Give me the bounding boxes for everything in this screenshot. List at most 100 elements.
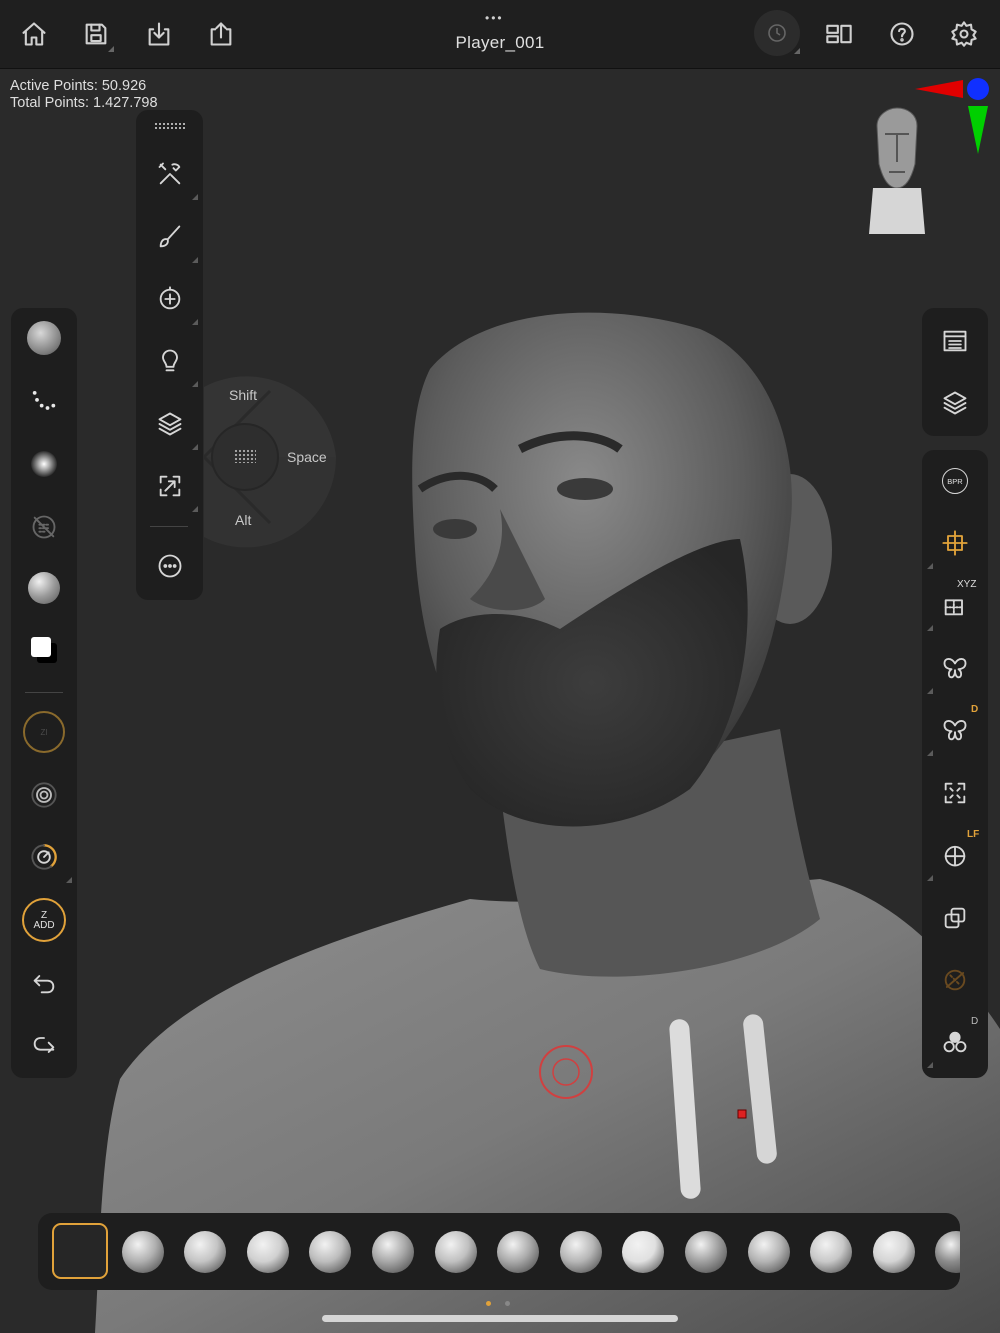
brush-polish-icon[interactable] bbox=[747, 1231, 790, 1273]
layers-button[interactable] bbox=[933, 381, 977, 425]
dynamic-symmetry-button[interactable]: D bbox=[927, 704, 978, 756]
draw-size-dial-icon: ZI bbox=[23, 711, 65, 753]
more-menu-dots[interactable]: ••• bbox=[485, 11, 504, 25]
color-swatch-button[interactable] bbox=[22, 628, 66, 672]
brush-tool-button[interactable] bbox=[148, 215, 198, 263]
local-floor-badge: LF bbox=[967, 829, 980, 840]
more-tools-button[interactable] bbox=[148, 544, 192, 588]
redo-icon bbox=[33, 1037, 55, 1053]
bpr-render-button[interactable]: BPR bbox=[933, 459, 977, 503]
brush-inflate-icon[interactable] bbox=[309, 1231, 352, 1273]
floor-grid-button[interactable]: XYZ bbox=[927, 579, 977, 631]
butterfly-icon bbox=[943, 658, 967, 679]
gizmo-icon bbox=[942, 530, 968, 556]
stroke-selector-button[interactable] bbox=[22, 379, 66, 423]
point-stats: Active Points: 50.926 Total Points: 1.42… bbox=[10, 78, 158, 112]
dynamic-badge: D bbox=[971, 704, 979, 715]
undo-button[interactable] bbox=[22, 961, 66, 1005]
help-button[interactable] bbox=[882, 14, 922, 54]
brush-claybuildup-icon[interactable] bbox=[184, 1231, 227, 1273]
tools-icon bbox=[158, 162, 181, 185]
transparency-icon bbox=[944, 907, 966, 929]
gear-icon bbox=[951, 21, 977, 47]
more-icon bbox=[158, 554, 182, 578]
brush-chisel-icon[interactable] bbox=[872, 1231, 915, 1273]
shift-modifier-button[interactable]: Shift bbox=[229, 387, 257, 403]
radial-grip-icon[interactable] bbox=[234, 449, 256, 463]
axis-y-icon bbox=[968, 106, 988, 154]
drag-handle[interactable] bbox=[154, 122, 185, 130]
brush-spiral-icon[interactable] bbox=[935, 1231, 960, 1273]
help-icon bbox=[890, 22, 914, 46]
texture-selector-button[interactable] bbox=[22, 505, 66, 549]
brush-flatten-icon[interactable] bbox=[622, 1231, 665, 1273]
page-indicator-active[interactable] bbox=[486, 1301, 491, 1306]
z-add-label-add: ADD bbox=[33, 920, 55, 931]
butterfly-dynamic-icon bbox=[943, 720, 967, 741]
focal-shift-icon bbox=[31, 782, 57, 808]
brush-smooth-icon[interactable] bbox=[434, 1231, 477, 1273]
modifier-radial-menu: Shift Space Alt bbox=[184, 367, 336, 549]
solo-spheres-icon bbox=[943, 1031, 967, 1053]
list-icon bbox=[943, 330, 967, 352]
material-selector-button[interactable] bbox=[22, 566, 66, 610]
intensity-button[interactable] bbox=[22, 835, 72, 883]
alpha-selector-button[interactable] bbox=[22, 442, 66, 486]
material-sphere-icon bbox=[28, 572, 60, 604]
lightbulb-icon bbox=[162, 349, 178, 372]
history-icon bbox=[768, 24, 786, 42]
subtool-list-button[interactable] bbox=[933, 319, 977, 363]
perspective-button[interactable]: LF bbox=[927, 829, 979, 881]
brush-move-icon[interactable] bbox=[372, 1231, 414, 1273]
bpr-icon: BPR bbox=[942, 468, 968, 494]
texture-off-icon bbox=[32, 515, 56, 539]
layout-button[interactable] bbox=[819, 14, 859, 54]
layers-icon bbox=[158, 412, 182, 436]
xyz-label: XYZ bbox=[957, 579, 977, 590]
brush-snake-hook-icon[interactable] bbox=[685, 1231, 727, 1273]
transparency-button[interactable] bbox=[933, 896, 977, 940]
right-top-panel bbox=[922, 308, 988, 436]
brush-tray bbox=[38, 1213, 960, 1290]
brush-preview-icon bbox=[27, 321, 61, 355]
active-points: Active Points: 50.926 bbox=[10, 78, 147, 94]
focal-shift-button[interactable] bbox=[22, 773, 66, 817]
perspective-icon bbox=[944, 845, 966, 867]
solo-badge: D bbox=[971, 1016, 979, 1027]
alt-modifier-button[interactable]: Alt bbox=[235, 512, 251, 528]
axis-z-icon bbox=[967, 78, 989, 100]
z-add-button[interactable]: Z ADD bbox=[22, 898, 66, 942]
paintbrush-icon bbox=[159, 225, 181, 248]
page-indicator[interactable] bbox=[505, 1301, 510, 1306]
right-view-panel: BPR XYZ D LF D bbox=[922, 450, 988, 1078]
brush-trim-icon[interactable] bbox=[559, 1231, 602, 1273]
redo-button[interactable] bbox=[22, 1023, 66, 1067]
tools-button[interactable] bbox=[148, 152, 198, 200]
settings-button[interactable] bbox=[944, 14, 984, 54]
brush-clay-icon[interactable] bbox=[121, 1231, 164, 1273]
symmetry-button[interactable] bbox=[927, 646, 977, 694]
gizmo-toggle-button[interactable] bbox=[927, 521, 977, 569]
selected-brush-frame[interactable] bbox=[52, 1223, 108, 1279]
brush-pinch-icon[interactable] bbox=[497, 1231, 540, 1273]
history-button[interactable] bbox=[754, 10, 800, 56]
polyframe-button[interactable] bbox=[933, 958, 977, 1002]
brush-mesh-insert-icon[interactable] bbox=[810, 1231, 853, 1273]
subtool-add-button[interactable] bbox=[148, 277, 198, 325]
home-indicator bbox=[322, 1315, 678, 1322]
alpha-icon bbox=[31, 451, 57, 477]
left-tool-panel: ZI Z ADD bbox=[11, 308, 77, 1078]
brush-selector-button[interactable] bbox=[22, 316, 66, 360]
navigation-gizmo[interactable] bbox=[855, 76, 995, 241]
brush-dam-standard-icon[interactable] bbox=[246, 1231, 289, 1273]
space-modifier-button[interactable]: Space bbox=[287, 449, 327, 465]
draw-size-button[interactable]: ZI bbox=[22, 710, 66, 754]
solo-button[interactable]: D bbox=[927, 1016, 978, 1068]
panel-divider bbox=[25, 692, 63, 693]
transform-icon bbox=[159, 475, 181, 497]
frame-button[interactable] bbox=[933, 771, 977, 815]
z-add-icon: Z ADD bbox=[22, 898, 66, 942]
undo-icon bbox=[33, 975, 55, 994]
panel-divider bbox=[150, 526, 188, 527]
layers-icon bbox=[943, 391, 967, 415]
